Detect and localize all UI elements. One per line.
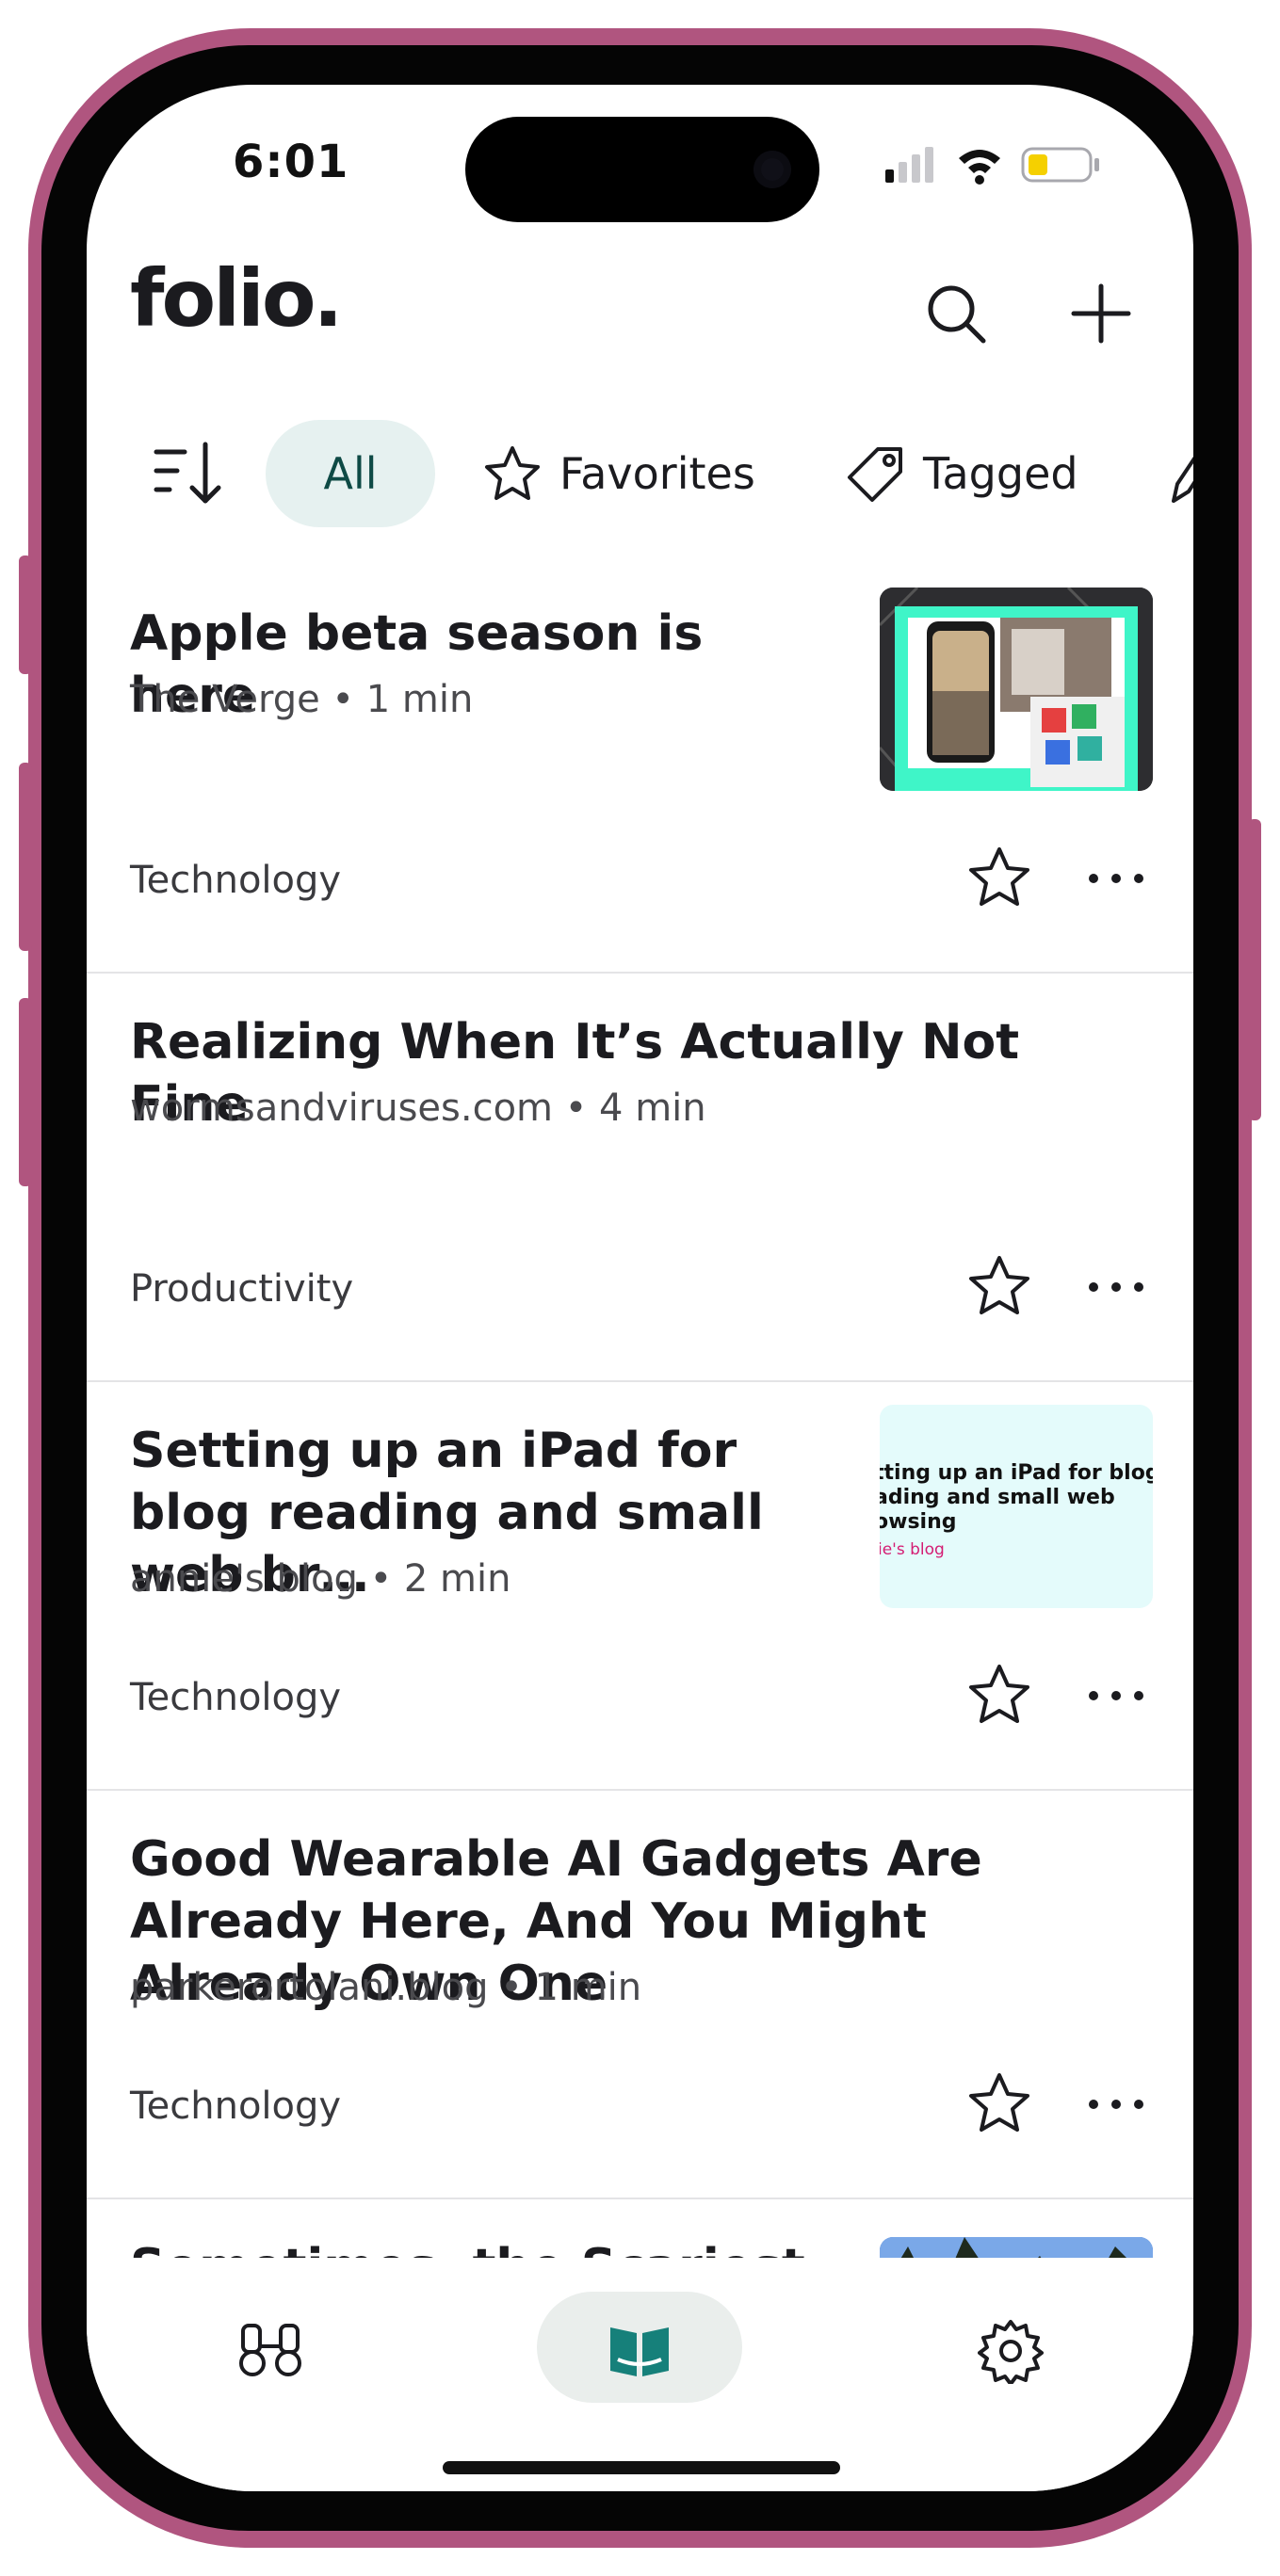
volume-up-button — [19, 763, 32, 951]
filter-chip-tagged[interactable]: Tagged — [846, 420, 1078, 527]
dynamic-island — [465, 117, 819, 222]
tab-bar — [87, 2258, 1193, 2491]
chip-label: Tagged — [923, 448, 1078, 499]
add-icon[interactable] — [1068, 281, 1134, 346]
article-meta: The Verge • 1 min — [130, 678, 474, 721]
list-item[interactable]: Setting up an iPad for blog reading and … — [87, 1382, 1193, 1791]
side-button — [1248, 819, 1261, 1120]
star-icon — [485, 446, 540, 500]
binoculars-icon[interactable] — [237, 2318, 303, 2384]
home-indicator — [443, 2461, 840, 2474]
wifi-icon — [959, 150, 1000, 185]
screen: 6:01 folio. All Favorites Tagged Apple b… — [87, 85, 1193, 2491]
action-button — [19, 555, 32, 674]
favorite-star-icon[interactable] — [966, 2069, 1032, 2135]
status-time: 6:01 — [233, 136, 349, 188]
article-thumbnail — [880, 588, 1153, 791]
article-meta: annie's blog • 2 min — [130, 1557, 511, 1601]
more-options-icon[interactable] — [1083, 2071, 1149, 2137]
gear-icon[interactable] — [978, 2318, 1044, 2384]
more-options-icon[interactable] — [1083, 1663, 1149, 1729]
article-tag: Technology — [130, 859, 342, 902]
volume-down-button — [19, 998, 32, 1186]
book-icon[interactable] — [607, 2318, 672, 2384]
more-options-icon[interactable] — [1083, 845, 1149, 911]
battery-icon — [1021, 147, 1099, 183]
list-item[interactable]: Realizing When It’s Actually Not Fine wo… — [87, 974, 1193, 1382]
favorite-star-icon[interactable] — [966, 1661, 1032, 1727]
favorite-star-icon[interactable] — [966, 1252, 1032, 1318]
thumbnail-subtext: ie's blog — [880, 1540, 945, 1559]
filter-bar: All Favorites Tagged — [87, 420, 1193, 529]
more-filters-icon[interactable] — [1168, 446, 1193, 507]
tag-icon — [848, 447, 902, 502]
chip-label: Favorites — [559, 448, 755, 499]
favorite-star-icon[interactable] — [966, 844, 1032, 910]
article-meta: parkerortolani.blog • 1 min — [130, 1966, 642, 2009]
search-icon[interactable] — [923, 281, 989, 346]
status-icons — [885, 147, 1099, 185]
list-item[interactable]: Apple beta season is here The Verge • 1 … — [87, 565, 1193, 974]
filter-chip-all[interactable]: All — [266, 420, 435, 527]
more-options-icon[interactable] — [1083, 1254, 1149, 1320]
article-thumbnail: tting up an iPad for blog ading and smal… — [880, 1405, 1153, 1608]
filter-chip-favorites[interactable]: Favorites — [482, 420, 755, 527]
signal-icon — [885, 147, 933, 183]
article-tag: Technology — [130, 2085, 342, 2128]
article-tag: Technology — [130, 1676, 342, 1719]
chip-label: All — [323, 448, 378, 499]
sort-icon[interactable] — [153, 435, 228, 510]
list-item[interactable]: Good Wearable AI Gadgets Are Already Her… — [87, 1791, 1193, 2199]
article-tag: Productivity — [130, 1267, 354, 1311]
article-meta: wormsandviruses.com • 4 min — [130, 1087, 706, 1130]
article-list: Apple beta season is here The Verge • 1 … — [87, 565, 1193, 2491]
thumbnail-text: tting up an iPad for blog ading and smal… — [880, 1461, 1153, 1534]
app-logo: folio. — [130, 252, 343, 345]
